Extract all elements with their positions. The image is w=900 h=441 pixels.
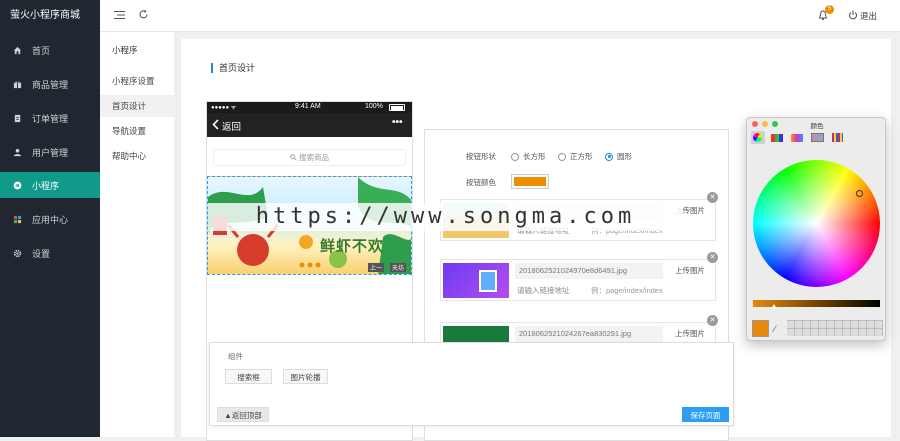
banner-tag: 上一 xyxy=(368,263,385,272)
sidebar-item-label: 应用中心 xyxy=(32,214,69,225)
brand-title: 萤火小程序商城 xyxy=(10,10,80,21)
sidebar-item-label: 商品管理 xyxy=(32,79,69,90)
back-chevron-icon[interactable] xyxy=(212,119,219,132)
sidebar-item-label: 首页 xyxy=(32,45,51,56)
remove-item-close-icon[interactable]: ✕ xyxy=(707,192,718,203)
components-title: 组件 xyxy=(228,352,243,361)
sidebar-item-label: 小程序 xyxy=(32,180,60,191)
banner-thumbnail xyxy=(443,263,509,298)
search-icon xyxy=(290,153,297,162)
watermark-text: https://www.songma.com xyxy=(208,203,683,231)
remove-item-close-icon[interactable]: ✕ xyxy=(707,252,718,263)
remove-item-close-icon[interactable]: ✕ xyxy=(707,315,718,326)
phone-back-label[interactable]: 返回 xyxy=(222,119,241,133)
file-name-field[interactable]: 2018062521024267ea830291.jpg xyxy=(515,326,663,342)
color-swatch xyxy=(514,177,546,186)
color-picker-window: 颜色 ⁄ xyxy=(746,117,886,341)
file-name-field[interactable]: 2018062521024970e8d6491.jpg xyxy=(515,263,663,279)
brightness-slider[interactable] xyxy=(753,300,880,309)
palettes-tab-icon[interactable] xyxy=(791,134,803,142)
color-wheel-tab-icon[interactable] xyxy=(751,131,765,144)
shape-option-square[interactable]: 正方形 xyxy=(558,151,593,162)
banner-item: 2018062521024970e8d6491.jpg 上传图片 请输入链接地址… xyxy=(440,252,718,301)
sidebar-item-label: 用户管理 xyxy=(32,147,69,158)
add-search-component-button[interactable]: 搜索框 xyxy=(225,369,272,384)
shape-option-rectangle[interactable]: 长方形 xyxy=(511,151,546,162)
sidebar-item-miniprogram[interactable]: 小程序 xyxy=(0,172,100,198)
sidebar: 萤火小程序商城 首页 商品管理 订单管理 用户管理 小程序 应用中心 设置 xyxy=(0,0,100,437)
logout-link[interactable]: 退出 xyxy=(860,10,877,22)
sub-nav: 小程序 小程序设置 首页设计 导航设置 帮助中心 xyxy=(100,32,175,437)
apps-icon xyxy=(12,214,22,224)
subnav-item-help[interactable]: 帮助中心 xyxy=(100,145,175,167)
gift-icon xyxy=(12,79,22,89)
refresh-icon[interactable] xyxy=(138,9,149,22)
banner-headline: 鲜虾不欢 xyxy=(320,238,385,255)
component-panel: 组件 搜索框 图片轮播 ▲返回顶部 保存页面 xyxy=(209,342,734,426)
power-icon[interactable] xyxy=(848,10,858,22)
upload-image-button[interactable]: 上传图片 xyxy=(667,326,713,342)
color-wheel-handle[interactable] xyxy=(856,190,863,197)
signal-icon: ●●●●● ᯤ xyxy=(211,105,237,111)
sidebar-item-orders[interactable]: 订单管理 xyxy=(0,105,100,131)
arrow-up-icon: ▲ xyxy=(224,411,232,420)
radio-icon xyxy=(558,152,566,161)
window-title: 颜色 xyxy=(810,123,824,130)
phone-title-bar: 返回 ••• xyxy=(207,113,412,137)
notification-badge: 5 xyxy=(825,5,834,14)
phone-status-bar: ●●●●● ᯤ 9:41 AM 100% xyxy=(207,102,412,113)
miniprogram-icon xyxy=(12,180,22,190)
sidebar-item-home[interactable]: 首页 xyxy=(0,37,100,63)
home-icon xyxy=(12,45,22,55)
phone-search-box[interactable]: 搜索商品 xyxy=(213,149,406,166)
top-bar: 5 退出 xyxy=(100,0,900,32)
add-banner-component-button[interactable]: 图片轮播 xyxy=(283,369,328,384)
phone-time: 9:41 AM xyxy=(295,103,321,110)
image-palette-tab-icon[interactable] xyxy=(811,133,824,142)
save-page-button[interactable]: 保存页面 xyxy=(682,407,729,422)
clipboard-icon xyxy=(12,113,22,123)
subnav-item-settings[interactable]: 小程序设置 xyxy=(100,70,175,92)
upload-image-button[interactable]: 上传图片 xyxy=(667,263,713,279)
subnav-item-navigation[interactable]: 导航设置 xyxy=(100,120,175,142)
shape-label: 按钮形状 xyxy=(466,152,496,161)
eyedropper-icon[interactable]: ⁄ xyxy=(774,324,776,334)
slider-thumb[interactable] xyxy=(771,304,777,309)
sidebar-item-products[interactable]: 商品管理 xyxy=(0,71,100,97)
banner-tag: 天坊 xyxy=(390,263,407,272)
sidebar-item-apps[interactable]: 应用中心 xyxy=(0,206,100,232)
link-input[interactable]: 请输入链接地址 xyxy=(517,285,570,296)
saved-swatches[interactable] xyxy=(787,320,883,336)
page-title: 首页设计 xyxy=(211,63,255,73)
more-dots-icon[interactable]: ••• xyxy=(392,117,403,128)
link-example: 例：page/index/index xyxy=(591,286,663,295)
back-to-top-button[interactable]: ▲返回顶部 xyxy=(217,407,269,422)
sidebar-item-label: 订单管理 xyxy=(32,113,69,124)
radio-icon xyxy=(511,152,519,161)
button-color-picker[interactable] xyxy=(511,174,549,189)
current-color-swatch xyxy=(752,320,769,337)
shape-option-circle[interactable]: 圆形 xyxy=(605,151,632,162)
search-placeholder: 搜索商品 xyxy=(299,153,330,162)
sliders-tab-icon[interactable] xyxy=(771,134,783,142)
radio-selected-icon xyxy=(605,152,613,161)
menu-toggle-icon[interactable] xyxy=(114,10,125,22)
sidebar-item-label: 设置 xyxy=(32,248,51,259)
user-icon xyxy=(12,147,22,157)
pencils-tab-icon[interactable] xyxy=(832,133,843,142)
color-label: 按钮颜色 xyxy=(466,178,496,187)
phone-battery: 100% xyxy=(365,103,383,110)
sidebar-item-settings[interactable]: 设置 xyxy=(0,240,100,266)
color-wheel[interactable] xyxy=(753,160,880,287)
gear-icon xyxy=(12,248,22,258)
subnav-item-home-design[interactable]: 首页设计 xyxy=(100,95,175,117)
sidebar-item-users[interactable]: 用户管理 xyxy=(0,139,100,165)
battery-icon xyxy=(389,104,405,111)
subnav-title: 小程序 xyxy=(112,45,138,55)
